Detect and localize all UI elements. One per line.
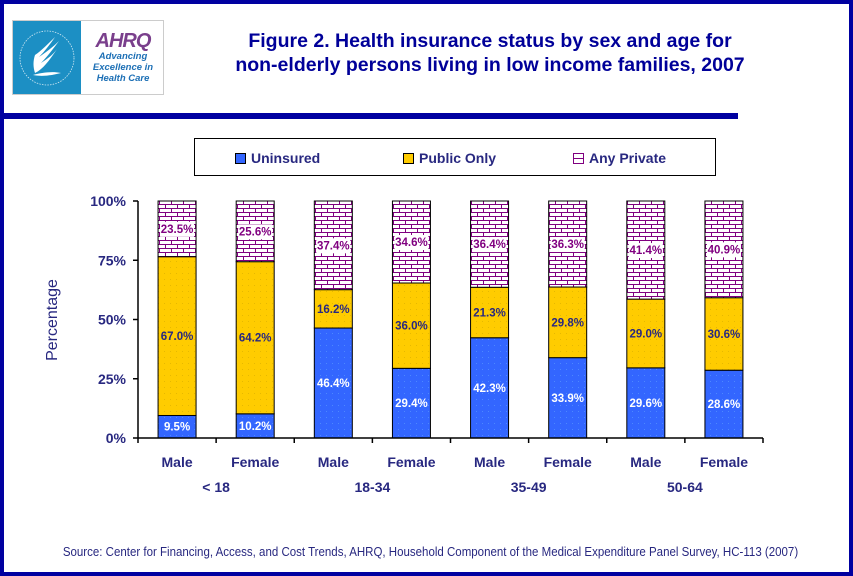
- data-label-public-only: 67.0%: [161, 331, 194, 343]
- y-axis-label: Percentage: [44, 279, 61, 361]
- data-label-uninsured: 10.2%: [239, 421, 272, 433]
- x-tick-label: Female: [231, 454, 279, 470]
- data-label-uninsured: 33.9%: [551, 393, 584, 405]
- y-tick-label: 25%: [98, 371, 127, 387]
- data-label-public-only: 16.2%: [317, 304, 350, 316]
- x-group-label: 50-64: [667, 479, 703, 495]
- x-tick-label: Female: [700, 454, 748, 470]
- y-tick-label: 100%: [90, 193, 126, 209]
- data-label-any-private: 36.4%: [473, 239, 506, 251]
- data-label-public-only: 64.2%: [239, 333, 272, 345]
- x-group-label: < 18: [202, 479, 230, 495]
- x-group-label: 18-34: [354, 479, 390, 495]
- y-tick-label: 75%: [98, 252, 127, 268]
- x-tick-label: Male: [474, 454, 505, 470]
- data-label-any-private: 25.6%: [239, 226, 272, 238]
- data-label-any-private: 41.4%: [630, 245, 663, 257]
- data-label-uninsured: 29.4%: [395, 398, 428, 410]
- data-label-any-private: 37.4%: [317, 240, 350, 252]
- data-label-uninsured: 9.5%: [164, 422, 190, 434]
- x-tick-label: Male: [162, 454, 193, 470]
- data-label-public-only: 29.0%: [630, 328, 663, 340]
- x-group-label: 35-49: [511, 479, 547, 495]
- x-tick-label: Female: [387, 454, 435, 470]
- stacked-bar-chart: 0% 25% 50% 75% 100% 9.5% 67.0% 23.5% 10.2% 64.2%…: [44, 193, 764, 495]
- y-axis: 0% 25% 50% 75% 100%: [90, 193, 139, 446]
- data-label-any-private: 34.6%: [395, 237, 428, 249]
- data-label-public-only: 36.0%: [395, 321, 428, 333]
- data-label-uninsured: 28.6%: [708, 399, 741, 411]
- data-label-uninsured: 46.4%: [317, 378, 350, 390]
- data-label-any-private: 40.9%: [708, 244, 741, 256]
- data-label-public-only: 30.6%: [708, 329, 741, 341]
- data-label-public-only: 21.3%: [473, 308, 506, 320]
- x-axis: Male Female Male Female Male Female Male Female…: [137, 437, 764, 495]
- x-tick-label: Female: [544, 454, 592, 470]
- bars: 9.5% 67.0% 23.5% 10.2% 64.2% 25.6% 46.4% 16.2% 3…: [157, 200, 744, 439]
- data-label-public-only: 29.8%: [551, 317, 584, 329]
- data-label-any-private: 23.5%: [161, 224, 194, 236]
- y-tick-label: 0%: [106, 430, 127, 446]
- data-label-any-private: 36.3%: [551, 239, 584, 251]
- data-label-uninsured: 42.3%: [473, 383, 506, 395]
- x-tick-label: Male: [318, 454, 349, 470]
- y-tick-label: 50%: [98, 312, 127, 328]
- x-tick-label: Male: [630, 454, 661, 470]
- data-label-uninsured: 29.6%: [630, 398, 663, 410]
